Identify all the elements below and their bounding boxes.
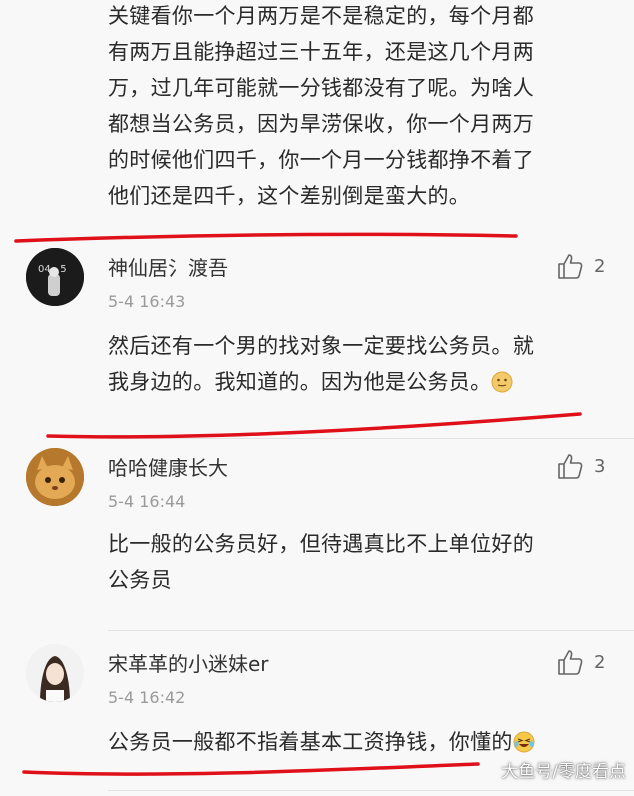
divider [108,438,634,439]
comment-text-line: 的时候他们四千，你一个月一分钱都挣不着了 [108,148,534,172]
thumbs-up-icon [558,454,583,479]
comment-text-line: 我身边的。我知道的。因为他是公务员。 [108,364,513,404]
comment-text-line: 万，过几年可能就一分钱都没有了呢。为啥人 [108,76,534,100]
comment-text-line: 然后还有一个男的找对象一定要找公务员。就 [108,334,534,358]
comment-text-line: 公务员一般都不指着基本工资挣钱，你懂的 [108,724,535,764]
red-underline [46,412,582,439]
smile-emoji-icon [491,368,513,404]
cat-avatar [26,448,84,506]
divider [108,630,634,631]
like-button[interactable]: 2 [556,648,605,676]
comment-text-line: 有两万且能挣超过三十五年，还是这几个月两 [108,40,534,64]
user-avatar[interactable] [26,644,84,702]
like-count: 3 [594,455,606,477]
like-count: 2 [594,651,606,673]
comment-text-line: 关键看你一个月两万是不是稳定的，每个月都 [108,4,534,28]
username[interactable]: 宋革革的小迷妹er [108,648,269,677]
comment-text-line: 都想当公务员，因为旱涝保收，你一个月两万 [108,112,534,136]
girl-avatar [26,644,84,702]
username[interactable]: 哈哈健康长大 [108,452,228,481]
thumbs-up-icon [558,254,583,279]
comment-text: 公务员一般都不指着基本工资挣钱，你懂的 [108,730,513,754]
dark-photo-avatar: 04 · 5 [26,248,84,306]
like-button[interactable]: 3 [556,452,605,480]
red-underline [14,232,518,243]
comment-text-line: 公务员 [108,568,172,592]
username[interactable]: 神仙居氵渡吾 [108,252,228,281]
red-underline [22,762,480,776]
timestamp: 5-4 16:44 [108,492,186,511]
like-button[interactable]: 2 [556,252,605,280]
thumbs-up-icon [558,650,583,675]
comment-text: 我身边的。我知道的。因为他是公务员。 [108,370,492,394]
timestamp: 5-4 16:43 [108,292,186,311]
divider [108,790,634,791]
watermark: 大鱼号/零度看点 [501,762,626,782]
user-avatar[interactable]: 04 · 5 [26,248,84,306]
comment-text-line: 他们还是四千，这个差别倒是蛮大的。 [108,184,471,208]
timestamp: 5-4 16:42 [108,688,186,707]
comment-text-line: 比一般的公务员好，但待遇真比不上单位好的 [108,532,534,556]
like-count: 2 [594,255,606,277]
user-avatar[interactable] [26,448,84,506]
